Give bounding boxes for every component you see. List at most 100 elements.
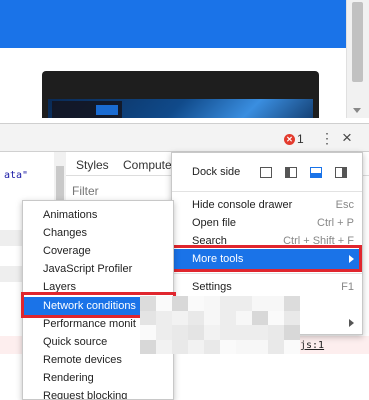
menu-item-label: More tools	[192, 253, 244, 265]
settings-item[interactable]: Settings F1	[172, 278, 362, 296]
source-link[interactable]: js:1	[300, 340, 324, 351]
mosaic-cell	[220, 325, 236, 340]
mosaic-cell	[284, 339, 300, 354]
menu-item-label: Rendering	[43, 372, 94, 384]
submenu-item-rendering[interactable]: Rendering	[23, 369, 173, 387]
mosaic-cell	[284, 310, 300, 325]
submenu-item-layers[interactable]: Layers	[23, 278, 173, 296]
mosaic-cell	[140, 339, 156, 354]
devtools-toolbar: ✕ 1 ⋮ ×	[0, 124, 369, 152]
page-scrollbar[interactable]	[346, 0, 369, 118]
page-scrollbar-thumb[interactable]	[352, 2, 363, 82]
mosaic-cell	[268, 296, 284, 311]
mosaic-cell	[156, 296, 172, 311]
menu-separator	[172, 273, 362, 274]
mosaic-cell	[156, 310, 172, 325]
open-file-item[interactable]: Open file Ctrl + P	[172, 214, 362, 232]
page-header-banner	[0, 0, 346, 48]
chevron-right-icon	[349, 319, 354, 327]
menu-item-label: Remote devices	[43, 354, 122, 366]
mosaic-cell	[220, 310, 236, 325]
dock-left-icon[interactable]	[285, 167, 297, 178]
menu-item-shortcut: Ctrl + Shift + F	[283, 235, 354, 247]
menu-item-label: Open file	[192, 217, 237, 229]
webpage-viewport	[0, 0, 346, 118]
menu-item-label: Changes	[43, 227, 88, 239]
mosaic-cell	[188, 310, 204, 325]
mosaic-cell	[140, 325, 156, 340]
mosaic-cell	[140, 296, 156, 311]
scroll-down-icon[interactable]	[353, 108, 361, 113]
menu-item-label: Coverage	[43, 245, 91, 257]
mosaic-cell	[188, 339, 204, 354]
mosaic-cell	[236, 296, 252, 311]
menu-item-label: Performance monit	[43, 318, 136, 330]
mosaic-cell	[284, 296, 300, 311]
mosaic-cell	[156, 339, 172, 354]
menu-item-label: Search	[192, 235, 227, 247]
mosaic-cell	[268, 310, 284, 325]
mosaic-cell	[252, 310, 268, 325]
submenu-item-javascript-profiler[interactable]: JavaScript Profiler	[23, 260, 173, 278]
more-tools-item[interactable]: More tools	[172, 249, 362, 269]
close-icon[interactable]: ×	[342, 129, 352, 146]
menu-item-label: Quick source	[43, 336, 108, 348]
error-count[interactable]: 1	[297, 132, 304, 146]
mosaic-cell	[268, 325, 284, 340]
tile-graphic	[96, 105, 118, 115]
search-item[interactable]: Search Ctrl + Shift + F	[172, 232, 362, 250]
mosaic-cell	[140, 310, 156, 325]
dock-right-icon[interactable]	[335, 167, 347, 178]
dock-bottom-icon[interactable]	[310, 167, 322, 178]
menu-item-shortcut: Esc	[335, 199, 354, 211]
filter-input[interactable]	[72, 182, 162, 200]
chevron-right-icon	[349, 255, 354, 263]
menu-separator	[172, 191, 362, 192]
mosaic-cell	[268, 339, 284, 354]
mosaic-cell	[252, 296, 268, 311]
tab-styles[interactable]: Styles	[76, 158, 109, 172]
mosaic-cell	[236, 325, 252, 340]
mosaic-cell	[252, 325, 268, 340]
dock-side-label: Dock side	[192, 166, 241, 178]
tab-computed[interactable]: Compute	[123, 158, 172, 172]
mosaic-cell	[172, 339, 188, 354]
error-icon[interactable]: ✕	[284, 134, 295, 145]
submenu-item-animations[interactable]: Animations	[23, 206, 173, 224]
mosaic-cell	[284, 325, 300, 340]
menu-item-label: Network conditions	[43, 300, 136, 312]
mosaic-cell	[204, 339, 220, 354]
menu-item-label: Animations	[43, 209, 98, 221]
mosaic-cell	[204, 310, 220, 325]
mosaic-cell	[236, 339, 252, 354]
undock-icon[interactable]	[260, 167, 272, 178]
mosaic-cell	[204, 325, 220, 340]
mosaic-cell	[172, 325, 188, 340]
submenu-item-changes[interactable]: Changes	[23, 224, 173, 242]
menu-item-label: Settings	[192, 281, 232, 293]
menu-item-label: Request blocking	[43, 390, 128, 400]
mosaic-cell	[220, 296, 236, 311]
blur-mosaic	[140, 296, 300, 354]
mosaic-cell	[188, 325, 204, 340]
hide-console-drawer-item[interactable]: Hide console drawer Esc	[172, 196, 362, 214]
mosaic-cell	[252, 339, 268, 354]
mosaic-cell	[236, 310, 252, 325]
menu-item-shortcut: F1	[341, 281, 354, 293]
kebab-menu-icon[interactable]: ⋮	[320, 131, 334, 145]
laptop-image	[42, 71, 319, 118]
mosaic-cell	[188, 296, 204, 311]
mosaic-cell	[172, 310, 188, 325]
menu-item-label: JavaScript Profiler	[43, 263, 133, 275]
submenu-item-coverage[interactable]: Coverage	[23, 242, 173, 260]
laptop-screen	[48, 99, 313, 118]
mosaic-cell	[172, 296, 188, 311]
code-scrollbar-thumb[interactable]	[56, 166, 64, 200]
submenu-item-request-blocking[interactable]: Request blocking	[23, 387, 173, 400]
mosaic-cell	[204, 296, 220, 311]
code-line: ata"	[4, 170, 29, 181]
mosaic-cell	[220, 339, 236, 354]
mosaic-cell	[156, 325, 172, 340]
menu-item-label: Hide console drawer	[192, 199, 293, 211]
menu-item-label: Layers	[43, 281, 77, 293]
